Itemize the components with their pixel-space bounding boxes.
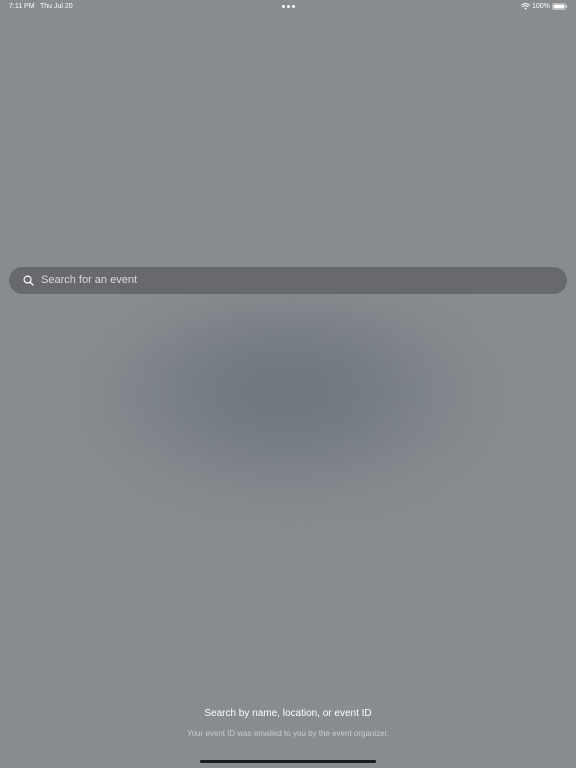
wifi-icon (521, 3, 530, 10)
background-blur (95, 295, 495, 510)
status-date: Thu Jul 20 (40, 3, 73, 10)
multitasking-menu-icon[interactable] (282, 5, 295, 8)
battery-icon (552, 3, 568, 10)
dot-icon (287, 5, 290, 8)
battery-percentage: 100% (532, 3, 550, 10)
dot-icon (292, 5, 295, 8)
status-time: 7:11 PM (9, 3, 35, 10)
status-bar: 7:11 PM Thu Jul 20 100% (0, 0, 576, 14)
search-help-title: Search by name, location, or event ID (204, 708, 372, 719)
dot-icon (282, 5, 285, 8)
search-icon (23, 275, 34, 286)
search-bar[interactable]: Search for an event (9, 267, 567, 294)
search-help-subtitle: Your event ID was emailed to you by the … (186, 729, 390, 738)
search-input[interactable]: Search for an event (41, 274, 137, 286)
home-indicator[interactable] (200, 760, 376, 763)
